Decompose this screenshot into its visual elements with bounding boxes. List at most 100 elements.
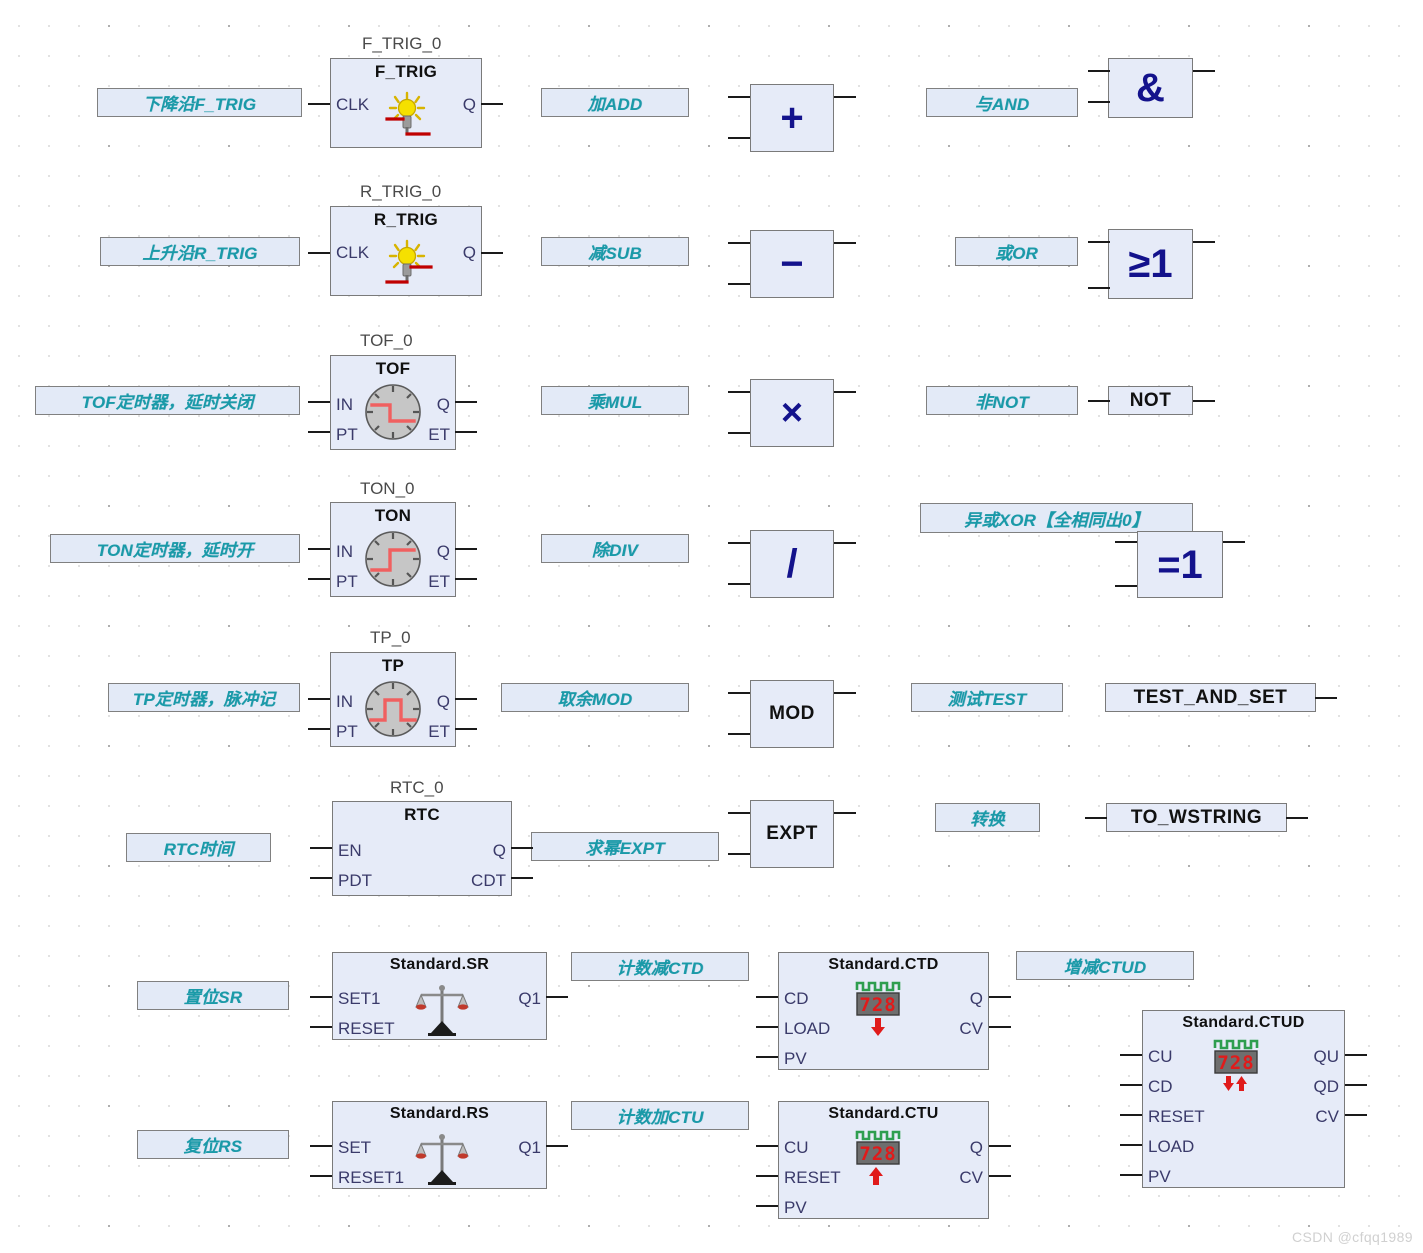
pin-pdt[interactable]: PDT (338, 872, 372, 889)
pin-pv[interactable]: PV (1148, 1168, 1171, 1185)
pin-cdt[interactable]: CDT (471, 872, 506, 889)
comment-rtc[interactable]: RTC时间 (126, 833, 271, 862)
wire-sr-reset (310, 1026, 332, 1028)
pin-cd[interactable]: CD (784, 990, 809, 1007)
block-not[interactable]: NOT (1108, 386, 1193, 415)
comment-mod[interactable]: 取余MOD (501, 683, 689, 712)
block-tp[interactable]: TP IN PT Q ET (330, 652, 456, 747)
comment-ton[interactable]: TON定时器，延时开 (50, 534, 300, 563)
block-sub[interactable]: − (750, 230, 834, 298)
wire-ctu-reset (756, 1175, 778, 1177)
block-title-r-trig: R_TRIG (373, 210, 439, 229)
instance-label-ton: TON_0 (360, 479, 415, 498)
block-ctud[interactable]: Standard.CTUD CU CD RESET LOAD PV QU QD … (1142, 1010, 1345, 1188)
pin-q[interactable]: Q (970, 990, 983, 1007)
comment-rs[interactable]: 复位RS (137, 1130, 289, 1159)
block-r-trig[interactable]: R_TRIG CLK Q (330, 206, 482, 296)
comment-ctud[interactable]: 增减CTUD (1016, 951, 1194, 980)
pin-q[interactable]: Q (437, 543, 450, 560)
pin-cu[interactable]: CU (1148, 1048, 1173, 1065)
pin-pt[interactable]: PT (336, 723, 358, 740)
comment-xor[interactable]: 异或XOR【全相同出0】 (920, 503, 1193, 533)
pin-et[interactable]: ET (428, 573, 450, 590)
pin-in[interactable]: IN (336, 693, 353, 710)
pin-pt[interactable]: PT (336, 426, 358, 443)
block-div[interactable]: / (750, 530, 834, 598)
pin-q[interactable]: Q (970, 1139, 983, 1156)
pin-pt[interactable]: PT (336, 573, 358, 590)
comment-tof[interactable]: TOF定时器，延时关闭 (35, 386, 300, 415)
pin-q1[interactable]: Q1 (518, 1139, 541, 1156)
block-mod[interactable]: MOD (750, 680, 834, 748)
wire-tp-pt (308, 728, 330, 730)
pin-cd[interactable]: CD (1148, 1078, 1173, 1095)
wire-clk-r-trig (308, 252, 330, 254)
pin-q1[interactable]: Q1 (518, 990, 541, 1007)
comment-and[interactable]: 与AND (926, 88, 1078, 117)
comment-convert[interactable]: 转换 (935, 803, 1040, 832)
comment-r-trig[interactable]: 上升沿R_TRIG (100, 237, 300, 266)
pin-q[interactable]: Q (463, 244, 476, 261)
pin-reset[interactable]: RESET (338, 1020, 395, 1037)
pin-in[interactable]: IN (336, 396, 353, 413)
pin-reset[interactable]: RESET (784, 1169, 841, 1186)
pin-load[interactable]: LOAD (1148, 1138, 1194, 1155)
pin-qu[interactable]: QU (1314, 1048, 1340, 1065)
block-ton[interactable]: TON IN PT Q ET (330, 502, 456, 597)
pin-qd[interactable]: QD (1314, 1078, 1340, 1095)
block-expt[interactable]: EXPT (750, 800, 834, 868)
falling-edge-lamp-icon (385, 91, 441, 148)
pin-q[interactable]: Q (493, 842, 506, 859)
block-rs[interactable]: Standard.RS SET RESET1 Q1 (332, 1101, 547, 1189)
pin-clk[interactable]: CLK (336, 244, 369, 261)
pin-cu[interactable]: CU (784, 1139, 809, 1156)
pin-clk[interactable]: CLK (336, 96, 369, 113)
comment-f-trig[interactable]: 下降沿F_TRIG (97, 88, 302, 117)
pin-reset[interactable]: RESET (1148, 1108, 1205, 1125)
pin-q[interactable]: Q (437, 693, 450, 710)
comment-div[interactable]: 除DIV (541, 534, 689, 563)
comment-ctd[interactable]: 计数减CTD (571, 952, 749, 981)
pin-cv[interactable]: CV (1315, 1108, 1339, 1125)
comment-tp[interactable]: TP定时器，脉冲记 (108, 683, 300, 712)
wire-expt-out (834, 812, 856, 814)
pin-load[interactable]: LOAD (784, 1020, 830, 1037)
block-and[interactable]: & (1108, 58, 1193, 118)
pin-reset1[interactable]: RESET1 (338, 1169, 404, 1186)
wire-rtc-pdt (310, 877, 332, 879)
comment-sub[interactable]: 减SUB (541, 237, 689, 266)
pin-pv[interactable]: PV (784, 1199, 807, 1216)
comment-test[interactable]: 测试TEST (911, 683, 1063, 712)
comment-expt[interactable]: 求幂EXPT (531, 832, 719, 861)
comment-sr[interactable]: 置位SR (137, 981, 289, 1010)
comment-add[interactable]: 加ADD (541, 88, 689, 117)
block-f-trig[interactable]: F_TRIG CLK Q (330, 58, 482, 148)
block-ctd[interactable]: Standard.CTD CD LOAD PV Q CV 728 (778, 952, 989, 1070)
pin-cv[interactable]: CV (959, 1169, 983, 1186)
block-tof[interactable]: TOF IN PT Q ET (330, 355, 456, 450)
fbd-editor-canvas[interactable]: 下降沿F_TRIG F_TRIG_0 F_TRIG CLK Q 加ADD + 与… (0, 0, 1423, 1253)
block-or[interactable]: ≥1 (1108, 229, 1193, 299)
block-test-and-set[interactable]: TEST_AND_SET (1105, 683, 1316, 712)
pin-q[interactable]: Q (463, 96, 476, 113)
pin-cv[interactable]: CV (959, 1020, 983, 1037)
pin-et[interactable]: ET (428, 426, 450, 443)
pin-pv[interactable]: PV (784, 1050, 807, 1067)
pin-en[interactable]: EN (338, 842, 362, 859)
pin-q[interactable]: Q (437, 396, 450, 413)
comment-not[interactable]: 非NOT (926, 386, 1078, 415)
block-mul[interactable]: × (750, 379, 834, 447)
block-to-wstring[interactable]: TO_WSTRING (1106, 803, 1287, 832)
block-rtc[interactable]: RTC EN PDT Q CDT (332, 801, 512, 896)
pin-et[interactable]: ET (428, 723, 450, 740)
pin-set[interactable]: SET (338, 1139, 371, 1156)
block-ctu[interactable]: Standard.CTU CU RESET PV Q CV 728 (778, 1101, 989, 1219)
block-xor[interactable]: =1 (1137, 531, 1223, 598)
comment-mul[interactable]: 乘MUL (541, 386, 689, 415)
pin-set1[interactable]: SET1 (338, 990, 381, 1007)
comment-ctu[interactable]: 计数加CTU (571, 1101, 749, 1130)
pin-in[interactable]: IN (336, 543, 353, 560)
block-sr[interactable]: Standard.SR SET1 RESET Q1 (332, 952, 547, 1040)
comment-or[interactable]: 或OR (955, 237, 1078, 266)
block-add[interactable]: + (750, 84, 834, 152)
